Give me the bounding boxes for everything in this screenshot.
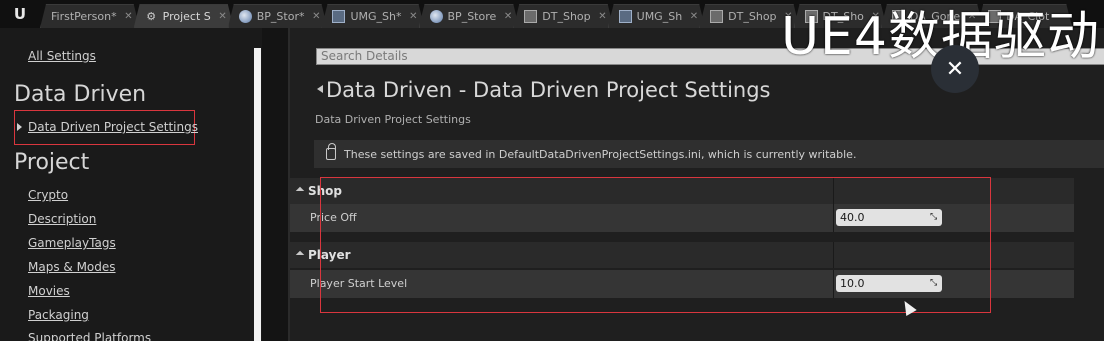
tab-dt-shop[interactable]: DT_Shop ✕	[513, 4, 613, 28]
page-title: Data Driven - Data Driven Project Settin…	[326, 78, 771, 102]
blueprint-icon	[239, 10, 252, 23]
tab-label: UMG_Sh	[636, 10, 683, 23]
tab-firstperson[interactable]: FirstPerson* ✕	[40, 4, 140, 28]
close-icon[interactable]: ✕	[124, 11, 132, 22]
widget-icon	[332, 10, 345, 23]
tab-label: FirstPerson*	[51, 10, 117, 23]
editor-window: U FirstPerson* ✕ ⚙ Project S ✕ BP_Stor* …	[0, 0, 1104, 341]
tab-bp-store[interactable]: BP_Store ✕	[419, 4, 520, 28]
expand-arrow-icon[interactable]	[295, 186, 305, 196]
close-icon[interactable]: ✕	[409, 11, 417, 22]
all-settings-link[interactable]: All Settings	[28, 49, 96, 63]
tab-label: Project S	[162, 10, 211, 23]
datatable-icon	[710, 10, 723, 23]
tab-label: DT_Shop	[728, 10, 777, 23]
tab-label: UMG_Sh*	[350, 10, 402, 23]
caret-right-icon	[17, 123, 22, 131]
config-notice: These settings are saved in DefaultDataD…	[314, 140, 1104, 168]
unlock-icon	[326, 143, 336, 160]
close-button[interactable]: ✕	[931, 45, 979, 93]
details-panel: Search Details Data Driven - Data Driven…	[290, 28, 1104, 341]
close-icon[interactable]: ✕	[312, 11, 320, 22]
close-icon[interactable]: ✕	[690, 11, 698, 22]
sidebar-item-movies[interactable]: Movies	[28, 284, 70, 298]
settings-sidebar: All Settings Data Driven Data Driven Pro…	[0, 28, 262, 341]
close-icon: ✕	[945, 56, 965, 82]
category-data-driven: Data Driven	[14, 82, 147, 107]
tab-umg-sh[interactable]: UMG_Sh* ✕	[321, 4, 424, 28]
close-icon[interactable]: ✕	[504, 11, 512, 22]
blueprint-icon	[430, 10, 443, 23]
sidebar-item-packaging[interactable]: Packaging	[28, 308, 89, 322]
sidebar-scrollbar[interactable]	[254, 48, 261, 341]
collapse-arrow-icon[interactable]	[317, 85, 323, 93]
sidebar-item-description[interactable]: Description	[28, 212, 96, 226]
sidebar-item-data-driven-project-settings[interactable]: Data Driven Project Settings	[28, 120, 198, 134]
sidebar-item-supported-platforms[interactable]: Supported Platforms	[28, 331, 151, 341]
widget-icon	[619, 10, 632, 23]
sidebar-item-crypto[interactable]: Crypto	[28, 188, 68, 202]
expand-arrow-icon[interactable]	[295, 250, 305, 260]
close-icon[interactable]: ✕	[598, 11, 606, 22]
notice-text: These settings are saved in DefaultDataD…	[344, 147, 857, 161]
category-project: Project	[14, 150, 90, 175]
properties-highlight	[320, 177, 991, 313]
unreal-logo-icon: U	[13, 5, 27, 23]
tab-label: BP_Store	[447, 10, 497, 23]
datatable-icon	[524, 10, 537, 23]
tab-label: BP_Stor*	[256, 10, 305, 23]
search-placeholder: Search Details	[321, 49, 408, 63]
gear-icon: ⚙	[146, 10, 157, 23]
sidebar-item-maps-modes[interactable]: Maps & Modes	[28, 260, 116, 274]
tab-umg-sh-2[interactable]: UMG_Sh ✕	[608, 4, 706, 28]
tab-label: DT_Shop	[542, 10, 591, 23]
tab-project-settings[interactable]: ⚙ Project S ✕	[134, 4, 234, 28]
close-icon[interactable]: ✕	[218, 11, 226, 22]
tab-bp-stor[interactable]: BP_Stor* ✕	[228, 4, 328, 28]
panel-splitter[interactable]	[262, 28, 288, 341]
sidebar-item-gameplaytags[interactable]: GameplayTags	[28, 236, 116, 250]
page-subtitle: Data Driven Project Settings	[315, 113, 471, 126]
